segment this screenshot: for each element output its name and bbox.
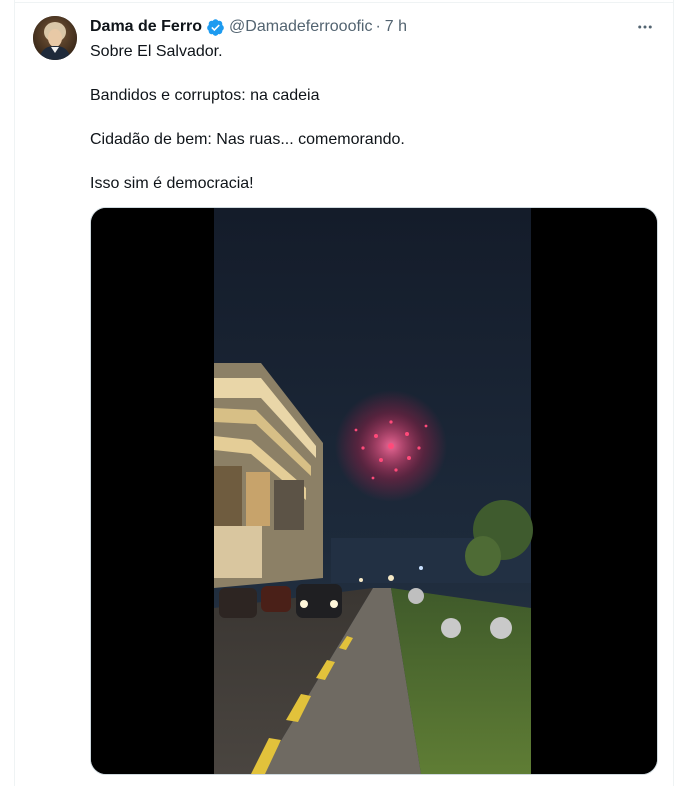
more-horizontal-icon (638, 25, 652, 29)
avatar-portrait-icon (33, 16, 77, 60)
timeline-page: Dama de Ferro @Damadeferrooofic · 7 h So… (0, 0, 683, 786)
tweet-text-line: Isso sim é democracia! (90, 175, 254, 192)
tweet-text-line: Bandidos e corruptos: na cadeia (90, 87, 320, 104)
verified-badge-icon[interactable] (206, 18, 225, 37)
author-display-name[interactable]: Dama de Ferro (90, 18, 202, 36)
tweet-timestamp[interactable]: 7 h (385, 18, 407, 36)
fireworks-street-video-frame (91, 208, 657, 774)
tweet-video[interactable] (90, 207, 658, 775)
tweet-text: Sobre El Salvador. Bandidos e corruptos:… (90, 41, 660, 195)
tweet-header: Dama de Ferro @Damadeferrooofic · 7 h (90, 16, 407, 38)
author-avatar[interactable] (33, 16, 77, 60)
tweet-text-line: Cidadão de bem: Nas ruas... comemorando. (90, 131, 405, 148)
separator-dot: · (375, 18, 381, 35)
tweet[interactable]: Dama de Ferro @Damadeferrooofic · 7 h So… (15, 3, 673, 786)
author-handle[interactable]: @Damadeferrooofic (229, 18, 372, 36)
column-border-right (673, 0, 674, 786)
more-options-button[interactable] (633, 17, 657, 37)
tweet-text-line: Sobre El Salvador. (90, 43, 223, 60)
